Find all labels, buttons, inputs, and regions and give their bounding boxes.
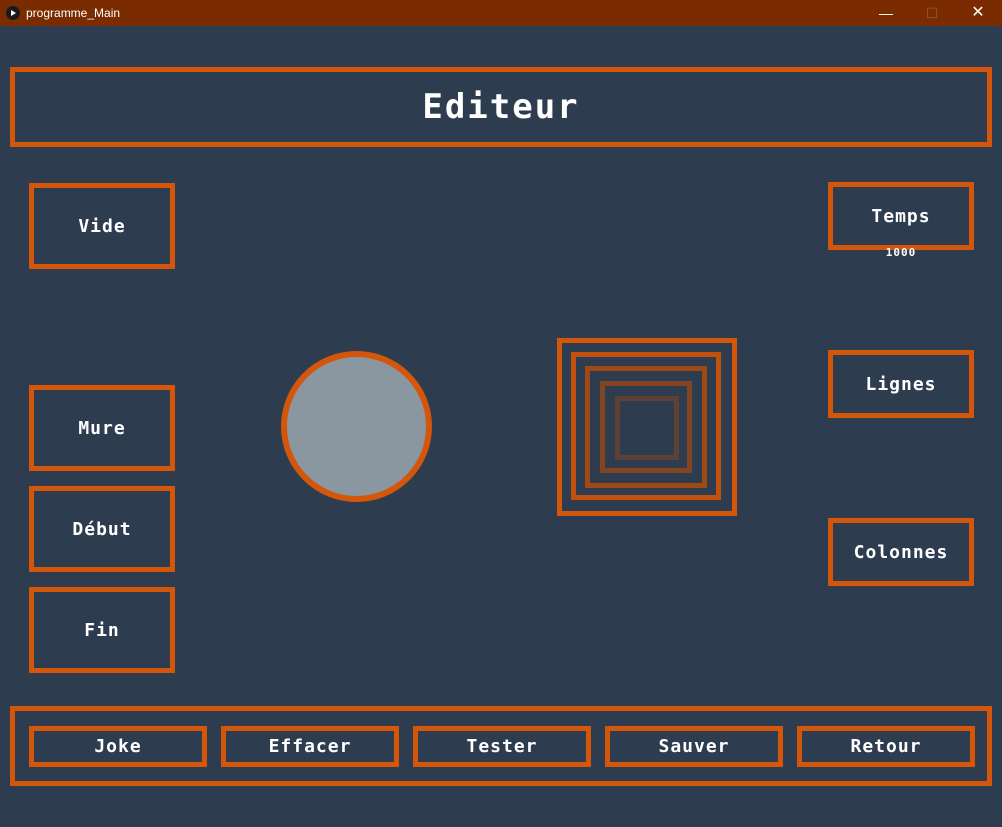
tester-button[interactable]: Tester — [413, 726, 591, 767]
temps-value: 1000 — [885, 246, 917, 259]
vide-button[interactable]: Vide — [29, 183, 175, 269]
window-title: programme_Main — [26, 6, 121, 20]
window-titlebar: programme_Main — ☐ ✕ — [0, 0, 1002, 26]
lignes-button[interactable]: Lignes — [828, 350, 974, 418]
fin-button[interactable]: Fin — [29, 587, 175, 673]
app-icon — [6, 6, 20, 20]
temps-button[interactable]: Temps — [828, 182, 974, 250]
effacer-button[interactable]: Effacer — [221, 726, 399, 767]
mure-button[interactable]: Mure — [29, 385, 175, 471]
page-title: Editeur — [10, 67, 992, 147]
target-square-5 — [615, 396, 679, 460]
maximize-button[interactable]: ☐ — [909, 0, 955, 26]
retour-button[interactable]: Retour — [797, 726, 975, 767]
editor-canvas: Editeur Vide Mure Début Fin Temps 1000 L… — [1, 26, 1001, 826]
minimize-button[interactable]: — — [863, 0, 909, 26]
close-button[interactable]: ✕ — [955, 0, 1001, 26]
colonnes-button[interactable]: Colonnes — [828, 518, 974, 586]
ball-preview — [281, 351, 432, 502]
sauver-button[interactable]: Sauver — [605, 726, 783, 767]
joke-button[interactable]: Joke — [29, 726, 207, 767]
debut-button[interactable]: Début — [29, 486, 175, 572]
